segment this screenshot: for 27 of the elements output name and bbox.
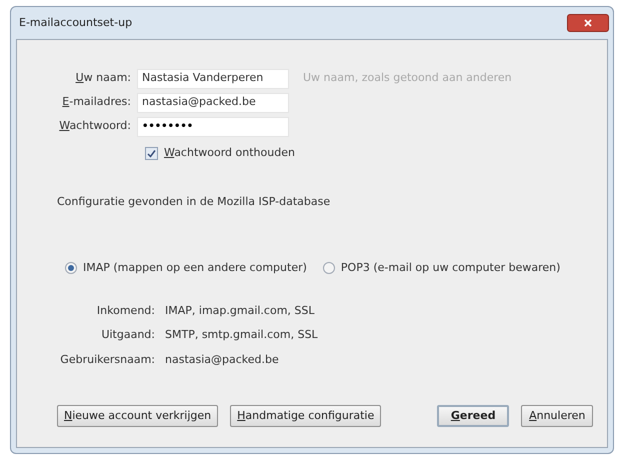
radio-label: IMAP (mappen op een andere computer) [83,260,307,276]
dialog-button[interactable]: Handmatige configuratie [230,405,382,427]
dialog-button[interactable]: Gereed [437,405,510,427]
window-title: E-mailaccountset-up [19,14,132,31]
detail-value: nastasia@packed.be [165,352,279,368]
field-label: E-mailadres: [61,94,132,110]
dialog-button[interactable]: Nieuwe account verkrijgen [57,405,218,427]
radio-button[interactable] [65,262,77,274]
dialog-button[interactable]: Annuleren [521,405,594,427]
field-label: Wachtwoord: [58,118,132,134]
detail-value: IMAP, imap.gmail.com, SSL [165,302,315,318]
detail-label: Uitgaand: [100,327,156,343]
status-text: Configuratie gevonden in de Mozilla ISP-database [57,194,332,210]
detail-value: SMTP, smtp.gmail.com, SSL [165,327,318,343]
close-button[interactable] [567,14,609,32]
input-field[interactable]: •••••••• [137,116,289,136]
checkbox-label: Wachtwoord onthouden [164,145,295,161]
hint-text: Uw naam, zoals getoond aan anderen [303,70,512,86]
detail-label: Gebruikersnaam: [59,352,156,368]
input-field[interactable]: Nastasia Vanderperen [137,68,289,88]
input-field[interactable]: nastasia@packed.be [137,92,289,112]
radio-label: POP3 (e-mail op uw computer bewaren) [340,260,560,276]
field-label: Uw naam: [74,70,132,86]
detail-label: Inkomend: [96,302,156,318]
radio-button[interactable] [322,262,335,274]
close-icon [584,19,592,27]
checkbox[interactable] [145,146,158,160]
